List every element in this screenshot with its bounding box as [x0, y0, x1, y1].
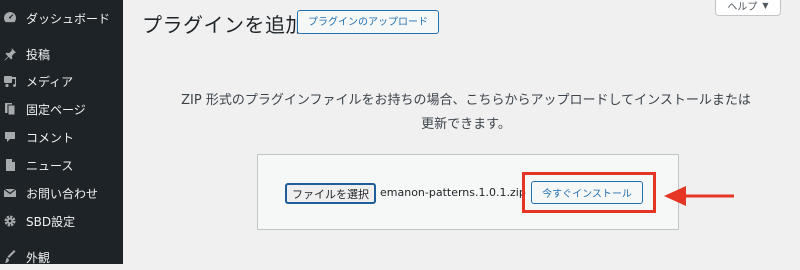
sidebar-item-comments[interactable]: コメント [0, 124, 123, 150]
sidebar-item-pages[interactable]: 固定ページ [0, 96, 123, 122]
install-now-button[interactable]: 今すぐインストール [531, 181, 643, 204]
help-button-label: ヘルプ [727, 2, 758, 13]
sidebar-item-label: 投稿 [26, 47, 51, 62]
upload-description: ZIP 形式のプラグインファイルをお持ちの場合、こちらからアップロードしてインス… [136, 89, 796, 137]
sidebar-item-label: お問い合わせ [26, 186, 99, 201]
sidebar-item-label: 外観 [26, 250, 51, 265]
pages-icon [2, 101, 18, 117]
news-icon [2, 157, 18, 173]
sidebar-item-contact[interactable]: お問い合わせ [0, 180, 123, 206]
brush-icon [2, 249, 18, 265]
admin-sidebar: ダッシュボード 投稿 メディア 固定ページ コメント ニュース お問い合わせ S… [0, 0, 123, 265]
sidebar-item-media[interactable]: メディア [0, 68, 123, 94]
mail-icon [2, 185, 18, 201]
sidebar-item-label: メディア [26, 74, 74, 89]
selected-file-name: emanon-patterns.1.0.1.zip [380, 186, 526, 199]
sidebar-item-news[interactable]: ニュース [0, 152, 123, 178]
annotation-arrow-icon [664, 186, 734, 206]
dashboard-icon [2, 10, 18, 26]
sidebar-item-label: ニュース [26, 158, 74, 173]
upload-description-line: 更新できます。 [421, 117, 511, 132]
sidebar-item-appearance[interactable]: 外観 [0, 244, 123, 270]
gear-icon [2, 213, 18, 229]
sidebar-item-label: SBD設定 [26, 214, 76, 229]
sidebar-item-label: 固定ページ [26, 102, 86, 117]
sidebar-item-label: コメント [26, 130, 75, 145]
media-icon [2, 73, 18, 89]
choose-file-button[interactable]: ファイルを選択 [285, 183, 376, 204]
comment-icon [2, 129, 18, 145]
sidebar-item-posts[interactable]: 投稿 [0, 41, 123, 67]
pin-icon [2, 46, 18, 62]
page-title: プラグインを追加 [142, 13, 306, 37]
sidebar-item-dashboard[interactable]: ダッシュボード [0, 5, 123, 31]
upload-plugin-button[interactable]: プラグインのアップロード [297, 10, 439, 34]
caret-down-icon: ▼ [762, 1, 769, 10]
sidebar-item-label: ダッシュボード [26, 11, 111, 26]
sidebar-item-sbd-settings[interactable]: SBD設定 [0, 208, 123, 234]
help-button[interactable]: ヘルプ ▼ [715, 0, 781, 16]
upload-description-line: ZIP 形式のプラグインファイルをお持ちの場合、こちらからアップロードしてインス… [181, 93, 751, 108]
